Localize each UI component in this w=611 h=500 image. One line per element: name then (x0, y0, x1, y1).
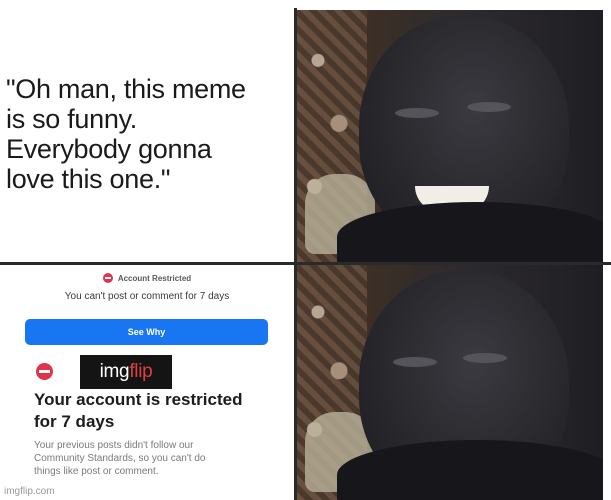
left-eye (393, 357, 437, 367)
imgflip-credit: imgflip.com (4, 486, 55, 497)
restriction-alert: Account Restricted You can't post or com… (22, 270, 272, 302)
restricted-large-icon (36, 363, 53, 380)
restriction-headline: Your account is restricted for 7 days (34, 390, 243, 431)
restricted-icon (102, 273, 113, 283)
vertical-divider (294, 8, 297, 500)
caption-panel: "Oh man, this meme is so funny. Everybod… (0, 0, 296, 262)
horizontal-divider (0, 262, 611, 265)
see-why-button[interactable]: See Why (25, 319, 268, 345)
photo-sad-reaction (297, 265, 603, 500)
watermark-flip: flip (129, 361, 153, 382)
restriction-notice-panel: Account Restricted You can't post or com… (0, 265, 294, 500)
photo-happy-reaction (297, 10, 603, 262)
left-eye (395, 108, 439, 118)
right-eye (467, 102, 511, 112)
right-eye (463, 353, 507, 363)
alert-subtitle: You can't post or comment for 7 days (64, 291, 230, 302)
alert-row: Account Restricted (22, 270, 272, 286)
alert-title: Account Restricted (117, 273, 192, 283)
shirt (337, 202, 603, 262)
meme-image: "Oh man, this meme is so funny. Everybod… (0, 0, 611, 500)
caption-text: "Oh man, this meme is so funny. Everybod… (6, 74, 246, 194)
restriction-body: Your previous posts didn't follow our Co… (34, 440, 206, 477)
watermark-img: img (99, 361, 130, 382)
imgflip-watermark: img flip (80, 355, 172, 389)
